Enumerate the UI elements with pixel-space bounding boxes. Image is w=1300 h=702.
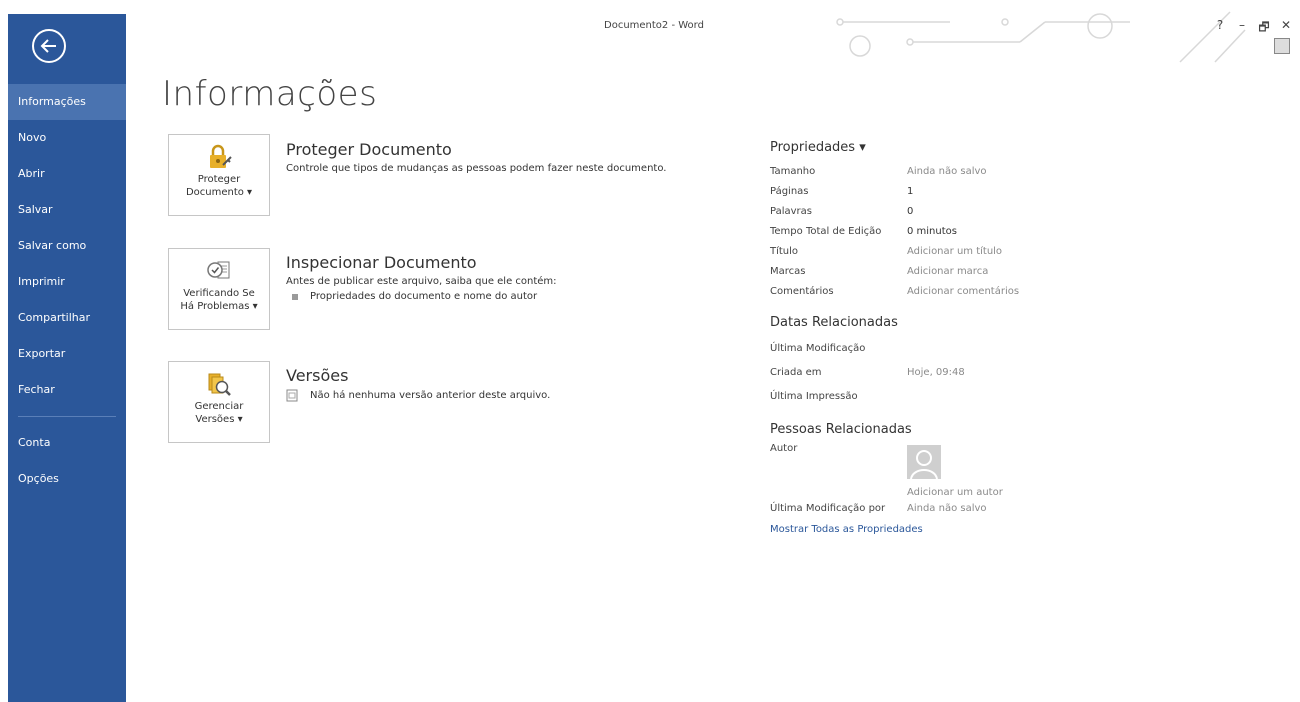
nav-item-opcoes[interactable]: Opções	[8, 461, 126, 497]
protect-document-section: Proteger Documento Controle que tipos de…	[286, 140, 736, 174]
prop-key: Última Modificação por	[770, 502, 886, 514]
document-small-icon	[286, 389, 298, 402]
person-placeholder-icon	[907, 445, 941, 479]
protect-heading: Proteger Documento	[286, 140, 452, 159]
manage-versions-button[interactable]: Gerenciar Versões ▾	[168, 361, 270, 443]
versions-button-label-2: Versões ▾	[195, 414, 243, 425]
add-comments-field[interactable]: Adicionar comentários	[907, 286, 1019, 297]
add-author-link[interactable]: Adicionar um autor	[907, 487, 1003, 498]
prop-value: 1	[907, 185, 914, 197]
properties-heading[interactable]: Propriedades ▾	[770, 140, 1070, 155]
versions-section: Versões Não há nenhuma versão anterior d…	[286, 366, 736, 402]
author-row: Autor Adicionar um autor	[770, 443, 1070, 498]
word-backstage: Informações Novo Abrir Salvar Salvar com…	[0, 0, 1300, 702]
prop-row-paginas: Páginas 1	[770, 181, 1070, 201]
protect-button-label-2: Documento ▾	[185, 187, 253, 198]
window-controls: ? – 🗗 ✕	[1214, 18, 1292, 39]
add-title-field[interactable]: Adicionar um título	[907, 246, 1002, 257]
restore-icon[interactable]: 🗗	[1258, 18, 1270, 39]
check-button-label-2: Há Problemas ▾	[180, 301, 258, 312]
inspect-bullet-text: Propriedades do documento e nome do auto…	[310, 291, 538, 302]
nav-item-exportar[interactable]: Exportar	[8, 336, 126, 372]
inspect-bullet-item: Propriedades do documento e nome do auto…	[286, 291, 736, 302]
close-icon[interactable]: ✕	[1280, 18, 1292, 39]
minimize-icon[interactable]: –	[1236, 18, 1248, 39]
show-all-properties-link[interactable]: Mostrar Todas as Propriedades	[770, 524, 1070, 535]
nav-item-novo[interactable]: Novo	[8, 120, 126, 156]
nav-item-salvar-como[interactable]: Salvar como	[8, 228, 126, 264]
prop-row-marcas: Marcas Adicionar marca	[770, 261, 1070, 281]
nav-item-compartilhar[interactable]: Compartilhar	[8, 300, 126, 336]
prop-key: Autor	[770, 443, 798, 454]
prop-key: Tamanho	[770, 165, 816, 177]
related-people-heading: Pessoas Relacionadas	[770, 422, 912, 437]
prop-row-ultima-impressao: Última Impressão	[770, 384, 1070, 408]
prop-row-palavras: Palavras 0	[770, 201, 1070, 221]
prop-value: Ainda não salvo	[907, 165, 987, 177]
prop-key: Comentários	[770, 285, 834, 297]
inspect-document-section: Inspecionar Documento Antes de publicar …	[286, 253, 736, 302]
properties-pane: Propriedades ▾ Tamanho Ainda não salvo P…	[770, 140, 1070, 535]
lock-key-icon	[210, 144, 232, 168]
backstage-sidebar: Informações Novo Abrir Salvar Salvar com…	[8, 14, 126, 702]
prop-value: 0 minutos	[907, 225, 957, 237]
prop-key: Última Impressão	[770, 390, 858, 402]
prop-row-ultima-modificacao: Última Modificação	[770, 336, 1070, 360]
nav-item-fechar[interactable]: Fechar	[8, 372, 126, 408]
nav-item-abrir[interactable]: Abrir	[8, 156, 126, 192]
inspect-document-icon	[207, 261, 230, 279]
account-avatar-icon[interactable]	[1274, 38, 1290, 54]
prop-value: Hoje, 09:48	[907, 366, 965, 378]
prop-key: Tempo Total de Edição	[770, 225, 882, 237]
versions-heading: Versões	[286, 366, 349, 385]
prop-row-criada-em: Criada em Hoje, 09:48	[770, 360, 1070, 384]
prop-row-titulo: Título Adicionar um título	[770, 241, 1070, 261]
page-title: Informações	[162, 74, 378, 114]
help-icon[interactable]: ?	[1214, 18, 1226, 39]
nav-item-imprimir[interactable]: Imprimir	[8, 264, 126, 300]
bullet-square-icon	[292, 293, 298, 300]
related-dates-heading: Datas Relacionadas	[770, 315, 898, 330]
prop-key: Título	[770, 245, 799, 257]
versions-button-label-1: Gerenciar	[194, 401, 244, 412]
add-tag-field[interactable]: Adicionar marca	[907, 266, 988, 277]
prop-key: Criada em	[770, 366, 822, 378]
inspect-heading: Inspecionar Documento	[286, 253, 477, 272]
check-button-label-1: Verificando Se	[183, 288, 255, 299]
prop-key: Palavras	[770, 205, 812, 217]
prop-value: 0	[907, 205, 914, 217]
circuit-decoration-icon	[836, 11, 1246, 63]
nav-divider	[18, 416, 116, 417]
inspect-description: Antes de publicar este arquivo, saiba qu…	[286, 276, 557, 287]
versions-info: Não há nenhuma versão anterior deste arq…	[286, 389, 736, 402]
nav-item-salvar[interactable]: Salvar	[8, 192, 126, 228]
prop-row-comentarios: Comentários Adicionar comentários	[770, 281, 1070, 301]
prop-row-modificado-por: Última Modificação por Ainda não salvo	[770, 498, 1070, 518]
prop-key: Última Modificação	[770, 342, 866, 354]
nav-item-informacoes[interactable]: Informações	[8, 84, 126, 120]
versions-description: Não há nenhuma versão anterior deste arq…	[310, 390, 551, 401]
prop-key: Páginas	[770, 185, 809, 197]
nav-item-conta[interactable]: Conta	[8, 425, 126, 461]
protect-description: Controle que tipos de mudanças as pessoa…	[286, 163, 667, 174]
protect-document-button[interactable]: Proteger Documento ▾	[168, 134, 270, 216]
prop-row-tempo-edicao: Tempo Total de Edição 0 minutos	[770, 221, 1070, 241]
backstage-nav: Informações Novo Abrir Salvar Salvar com…	[8, 84, 126, 497]
prop-value: Ainda não salvo	[907, 502, 987, 514]
back-arrow-icon[interactable]	[32, 29, 66, 63]
window-title: Documento2 - Word	[604, 20, 704, 31]
versions-magnifier-icon	[208, 373, 231, 396]
author-block: Adicionar um autor	[907, 443, 1003, 498]
prop-row-tamanho: Tamanho Ainda não salvo	[770, 161, 1070, 181]
protect-button-label-1: Proteger	[197, 174, 241, 185]
check-for-issues-button[interactable]: Verificando Se Há Problemas ▾	[168, 248, 270, 330]
prop-key: Marcas	[770, 265, 806, 277]
